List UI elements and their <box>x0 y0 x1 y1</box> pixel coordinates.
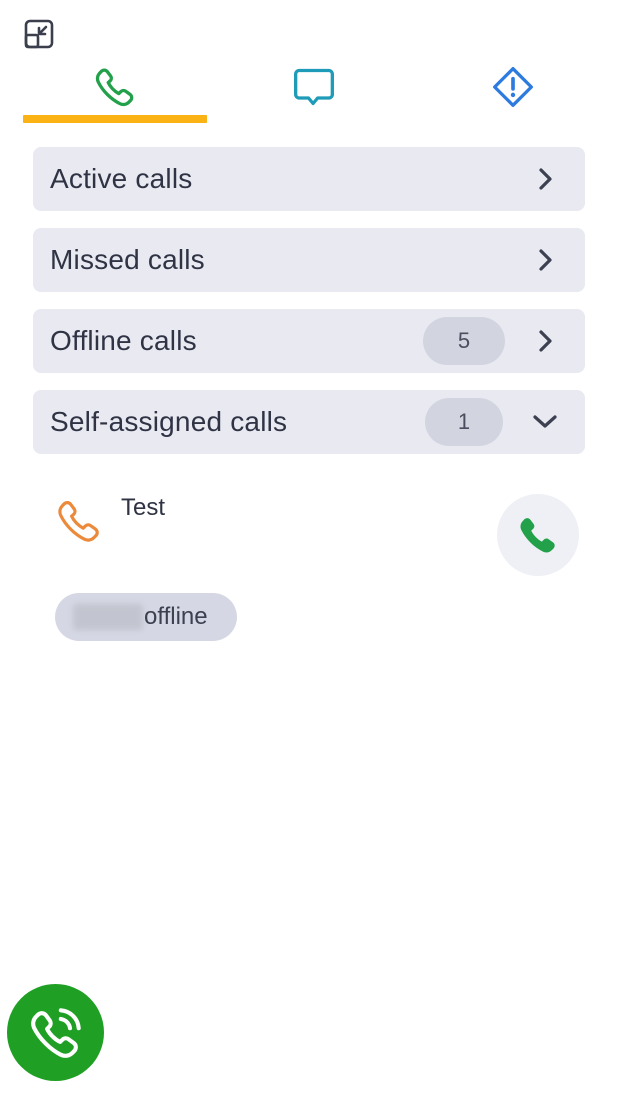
tab-calls[interactable] <box>23 55 207 119</box>
status-text: offline <box>144 603 208 630</box>
tab-bar <box>0 55 622 125</box>
phone-icon <box>95 68 134 107</box>
redacted-agent-name <box>73 604 143 630</box>
active-tab-indicator <box>23 115 207 123</box>
section-self-assigned-calls[interactable]: Self-assigned calls 1 <box>33 390 585 454</box>
dialer-button[interactable] <box>7 984 104 1081</box>
section-label: Self-assigned calls <box>50 406 288 437</box>
chevron-right-icon <box>531 165 559 193</box>
phone-icon <box>520 518 555 553</box>
section-offline-calls[interactable]: Offline calls 5 <box>33 309 585 373</box>
section-label: Active calls <box>50 163 193 194</box>
tab-chat[interactable] <box>222 55 406 119</box>
chevron-down-icon <box>531 408 559 436</box>
section-active-calls[interactable]: Active calls <box>33 147 585 211</box>
call-name: Test <box>121 494 166 521</box>
phone-outline-icon <box>58 501 99 542</box>
minimize-button[interactable] <box>24 19 54 49</box>
chevron-right-icon <box>531 327 559 355</box>
tab-alerts[interactable] <box>421 55 605 119</box>
accept-call-button[interactable] <box>497 494 579 576</box>
minimize-window-icon <box>24 19 54 49</box>
section-label: Offline calls <box>50 325 197 356</box>
section-label: Missed calls <box>50 244 205 275</box>
count-badge: 5 <box>423 317 505 365</box>
status-badge: offline <box>55 593 237 641</box>
warning-diamond-icon <box>493 67 533 107</box>
phone-ringing-icon <box>30 1007 81 1058</box>
calls-panel: Active calls Missed calls Offline calls … <box>0 0 622 1098</box>
chat-bubble-icon <box>294 68 334 106</box>
chevron-right-icon <box>531 246 559 274</box>
section-missed-calls[interactable]: Missed calls <box>33 228 585 292</box>
count-badge: 1 <box>425 398 503 446</box>
